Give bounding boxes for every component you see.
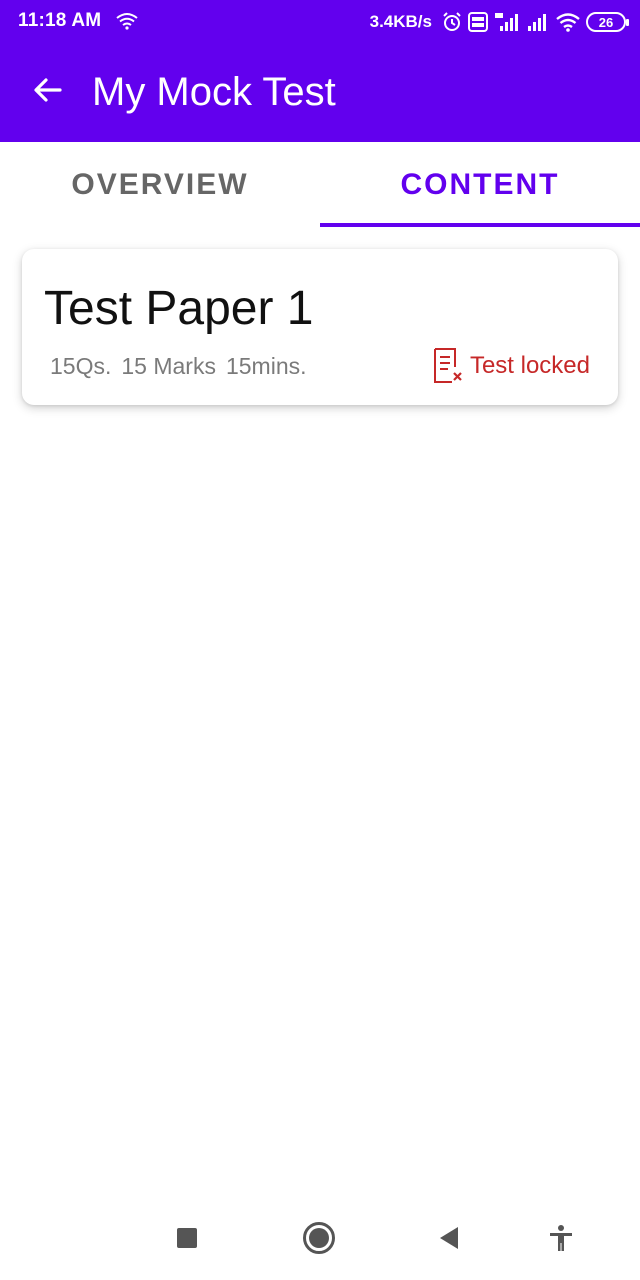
test-card[interactable]: Test Paper 1 15Qs. 15 Marks 15mins. Test… — [22, 249, 618, 405]
tab-overview[interactable]: OVERVIEW — [0, 142, 320, 228]
app-screen: 11:18 AM 3.4KB/s 26 My Mock Test OVERVIE… — [0, 0, 640, 1280]
home-button[interactable] — [297, 1216, 341, 1260]
wifi-icon — [556, 13, 580, 32]
status-right-group: 3.4KB/s 26 — [369, 8, 629, 36]
accessibility-button[interactable] — [539, 1216, 583, 1260]
locked-document-icon — [433, 348, 462, 383]
alarm-icon — [443, 12, 461, 31]
accessibility-icon — [550, 1225, 572, 1251]
recents-button[interactable] — [165, 1216, 209, 1260]
wifi-icon — [116, 13, 138, 30]
battery-icon: 26 — [586, 12, 629, 32]
volte-icon — [468, 12, 488, 32]
test-status: Test locked — [432, 347, 590, 385]
home-circle-icon — [303, 1222, 335, 1254]
tab-selected-indicator — [320, 223, 640, 227]
test-marks: 15 Marks — [121, 353, 216, 379]
tab-bar: OVERVIEW CONTENT — [0, 142, 640, 228]
signal-icon — [528, 14, 546, 31]
test-status-label: Test locked — [469, 352, 590, 379]
network-speed: 3.4KB/s — [369, 12, 432, 31]
nav-back-button[interactable] — [427, 1216, 471, 1260]
4g-signal-icon — [495, 13, 518, 31]
test-duration: 15mins. — [225, 353, 307, 379]
page-title: My Mock Test — [92, 70, 336, 114]
recents-square-icon — [177, 1228, 197, 1248]
test-meta: 15Qs. 15 Marks 15mins. — [50, 353, 307, 380]
back-triangle-icon — [440, 1227, 458, 1249]
tab-content[interactable]: CONTENT — [320, 142, 640, 228]
test-title: Test Paper 1 — [44, 282, 314, 335]
system-nav-bar — [0, 1196, 640, 1280]
test-questions: 15Qs. — [50, 353, 112, 379]
status-time: 11:18 AM — [18, 10, 102, 31]
status-bar: 11:18 AM 3.4KB/s 26 — [0, 0, 640, 44]
back-button[interactable] — [30, 72, 66, 108]
arrow-left-icon — [34, 78, 62, 102]
top-bar: 11:18 AM 3.4KB/s 26 My Mock Test — [0, 0, 640, 142]
